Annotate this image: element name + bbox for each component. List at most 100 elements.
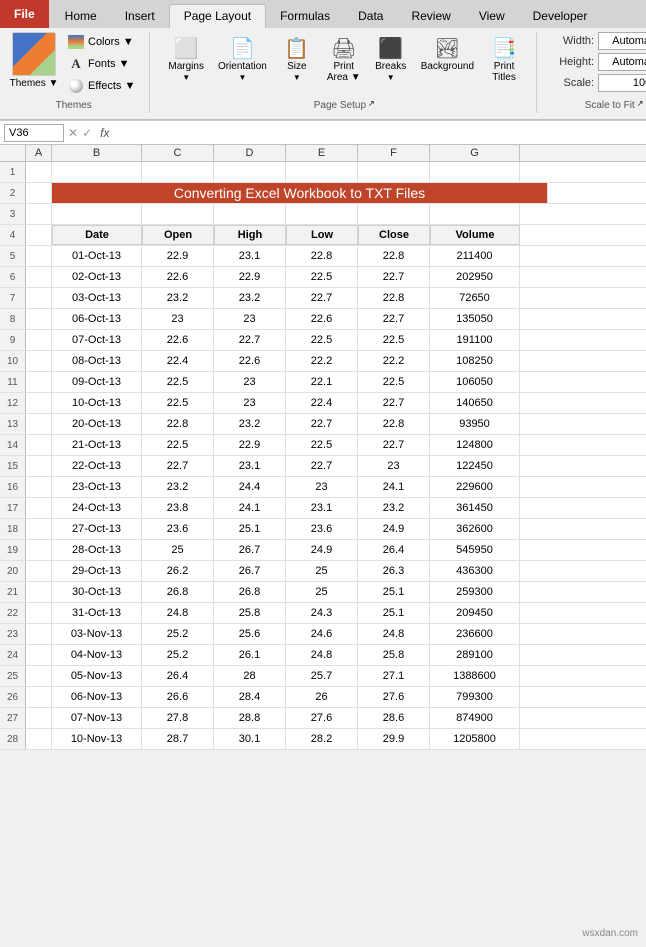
cell-low[interactable]: 23 bbox=[286, 477, 358, 497]
cell-low[interactable]: 25.7 bbox=[286, 666, 358, 686]
scale-input[interactable]: 100% ▲ ▼ bbox=[598, 74, 646, 92]
cell-high[interactable]: 28.4 bbox=[214, 687, 286, 707]
cell-close[interactable]: 22.5 bbox=[358, 330, 430, 350]
colors-button[interactable]: Colors ▼ bbox=[64, 32, 139, 52]
cell-open[interactable]: 25.2 bbox=[142, 645, 214, 665]
cell-a10[interactable] bbox=[26, 351, 52, 371]
cell-a3[interactable] bbox=[26, 204, 52, 224]
cell-date[interactable]: 06-Nov-13 bbox=[52, 687, 142, 707]
cell-open[interactable]: 22.7 bbox=[142, 456, 214, 476]
cell-open[interactable]: 22.5 bbox=[142, 372, 214, 392]
cell-date[interactable]: 31-Oct-13 bbox=[52, 603, 142, 623]
cell-low[interactable]: 22.1 bbox=[286, 372, 358, 392]
cell-a18[interactable] bbox=[26, 519, 52, 539]
cell-a23[interactable] bbox=[26, 624, 52, 644]
cell-close[interactable]: 26.4 bbox=[358, 540, 430, 560]
cell-close[interactable]: 22.8 bbox=[358, 414, 430, 434]
cell-open[interactable]: 22.4 bbox=[142, 351, 214, 371]
cell-volume[interactable]: 436300 bbox=[430, 561, 520, 581]
cell-close[interactable]: 22.7 bbox=[358, 435, 430, 455]
cell-open[interactable]: 27.8 bbox=[142, 708, 214, 728]
cell-a26[interactable] bbox=[26, 687, 52, 707]
cell-volume[interactable]: 289100 bbox=[430, 645, 520, 665]
background-button[interactable]: 🏞 Background bbox=[415, 32, 480, 76]
cell-f3[interactable] bbox=[358, 204, 430, 224]
tab-view[interactable]: View bbox=[465, 4, 519, 28]
header-low[interactable]: Low bbox=[286, 225, 358, 245]
cell-date[interactable]: 04-Nov-13 bbox=[52, 645, 142, 665]
cell-a28[interactable] bbox=[26, 729, 52, 749]
cell-e1[interactable] bbox=[286, 162, 358, 182]
cell-volume[interactable]: 362600 bbox=[430, 519, 520, 539]
header-high[interactable]: High bbox=[214, 225, 286, 245]
cell-volume[interactable]: 72650 bbox=[430, 288, 520, 308]
cell-b3[interactable] bbox=[52, 204, 142, 224]
cell-open[interactable]: 23.6 bbox=[142, 519, 214, 539]
cell-low[interactable]: 22.5 bbox=[286, 435, 358, 455]
cell-volume[interactable]: 124800 bbox=[430, 435, 520, 455]
cell-a24[interactable] bbox=[26, 645, 52, 665]
width-input[interactable]: Automatic ▲ ▼ bbox=[598, 32, 646, 50]
cell-date[interactable]: 27-Oct-13 bbox=[52, 519, 142, 539]
cell-high[interactable]: 24.4 bbox=[214, 477, 286, 497]
cell-high[interactable]: 23 bbox=[214, 309, 286, 329]
cell-date[interactable]: 08-Oct-13 bbox=[52, 351, 142, 371]
tab-home[interactable]: Home bbox=[51, 4, 111, 28]
header-date[interactable]: Date bbox=[52, 225, 142, 245]
cell-close[interactable]: 23.2 bbox=[358, 498, 430, 518]
cell-volume[interactable]: 1388600 bbox=[430, 666, 520, 686]
cell-open[interactable]: 22.5 bbox=[142, 393, 214, 413]
cell-open[interactable]: 26.2 bbox=[142, 561, 214, 581]
cell-high[interactable]: 25.8 bbox=[214, 603, 286, 623]
cell-open[interactable]: 22.6 bbox=[142, 267, 214, 287]
cell-open[interactable]: 22.5 bbox=[142, 435, 214, 455]
tab-page-layout[interactable]: Page Layout bbox=[169, 4, 266, 28]
cell-high[interactable]: 28.8 bbox=[214, 708, 286, 728]
cell-close[interactable]: 27.1 bbox=[358, 666, 430, 686]
tab-data[interactable]: Data bbox=[344, 4, 397, 28]
cell-a11[interactable] bbox=[26, 372, 52, 392]
cell-low[interactable]: 22.8 bbox=[286, 246, 358, 266]
cell-date[interactable]: 03-Nov-13 bbox=[52, 624, 142, 644]
cell-high[interactable]: 22.9 bbox=[214, 267, 286, 287]
cell-a7[interactable] bbox=[26, 288, 52, 308]
height-input[interactable]: Automatic ▲ ▼ bbox=[598, 53, 646, 71]
cell-volume[interactable]: 122450 bbox=[430, 456, 520, 476]
cell-high[interactable]: 23.2 bbox=[214, 414, 286, 434]
cell-open[interactable]: 22.8 bbox=[142, 414, 214, 434]
tab-formulas[interactable]: Formulas bbox=[266, 4, 344, 28]
cell-high[interactable]: 25.1 bbox=[214, 519, 286, 539]
cell-low[interactable]: 22.4 bbox=[286, 393, 358, 413]
cell-a25[interactable] bbox=[26, 666, 52, 686]
cell-close[interactable]: 22.7 bbox=[358, 393, 430, 413]
cell-low[interactable]: 24.9 bbox=[286, 540, 358, 560]
cell-open[interactable]: 22.6 bbox=[142, 330, 214, 350]
cell-high[interactable]: 22.9 bbox=[214, 435, 286, 455]
cell-low[interactable]: 25 bbox=[286, 561, 358, 581]
cell-volume[interactable]: 93950 bbox=[430, 414, 520, 434]
print-area-button[interactable]: 🖨 PrintArea ▼ bbox=[321, 32, 367, 87]
cell-a15[interactable] bbox=[26, 456, 52, 476]
cell-date[interactable]: 07-Oct-13 bbox=[52, 330, 142, 350]
margins-button[interactable]: ⬜ Margins▼ bbox=[162, 32, 210, 87]
cell-date[interactable]: 06-Oct-13 bbox=[52, 309, 142, 329]
cell-volume[interactable]: 229600 bbox=[430, 477, 520, 497]
cell-a19[interactable] bbox=[26, 540, 52, 560]
cell-close[interactable]: 25.1 bbox=[358, 582, 430, 602]
cell-volume[interactable]: 106050 bbox=[430, 372, 520, 392]
effects-button[interactable]: Effects ▼ bbox=[64, 76, 139, 96]
cell-high[interactable]: 22.6 bbox=[214, 351, 286, 371]
cell-date[interactable]: 23-Oct-13 bbox=[52, 477, 142, 497]
cell-open[interactable]: 25.2 bbox=[142, 624, 214, 644]
cell-close[interactable]: 22.7 bbox=[358, 267, 430, 287]
cell-d1[interactable] bbox=[214, 162, 286, 182]
cell-volume[interactable]: 799300 bbox=[430, 687, 520, 707]
cell-low[interactable]: 22.7 bbox=[286, 456, 358, 476]
header-volume[interactable]: Volume bbox=[430, 225, 520, 245]
cell-d3[interactable] bbox=[214, 204, 286, 224]
cell-low[interactable]: 26 bbox=[286, 687, 358, 707]
cell-volume[interactable]: 1205800 bbox=[430, 729, 520, 749]
page-setup-dialog-launcher[interactable]: ↗ bbox=[368, 99, 375, 108]
cell-a17[interactable] bbox=[26, 498, 52, 518]
cell-open[interactable]: 23 bbox=[142, 309, 214, 329]
